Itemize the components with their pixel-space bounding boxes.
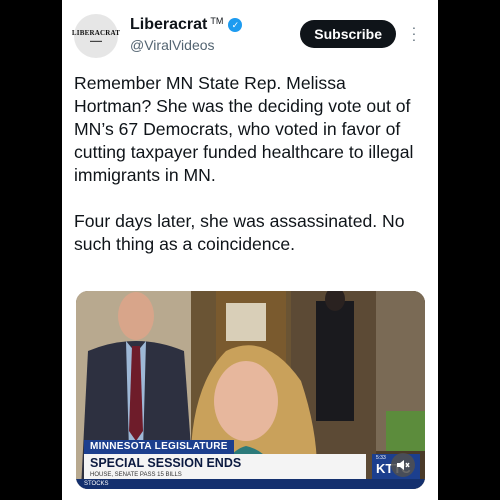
- avatar-logo-mark: ▬▬▬: [90, 38, 102, 43]
- video-player[interactable]: MINNESOTA LEGISLATURE SPECIAL SESSION EN…: [76, 291, 425, 489]
- mute-icon[interactable]: [391, 453, 415, 477]
- author-block[interactable]: Liberacrat TM ✓ @ViralVideos: [130, 16, 243, 53]
- handle[interactable]: @ViralVideos: [130, 37, 242, 53]
- avatar-logo: LIBERACRAT: [71, 29, 121, 37]
- avatar[interactable]: LIBERACRAT ▬▬▬: [71, 14, 121, 58]
- more-vertical-icon[interactable]: · · ·: [408, 20, 420, 46]
- tweet-paragraph-2: Four days later, she was assassinated. N…: [74, 211, 405, 254]
- tweet-card: LIBERACRAT ▬▬▬ Liberacrat TM ✓ @ViralVid…: [62, 0, 438, 500]
- ticker-label: STOCKS: [84, 481, 109, 487]
- ticker-bar: STOCKS: [76, 479, 425, 489]
- name-row: Liberacrat TM ✓: [130, 16, 243, 34]
- chyron-top: MINNESOTA LEGISLATURE: [84, 440, 234, 454]
- chyron-sub: HOUSE, SENATE PASS 15 BILLS: [84, 471, 366, 479]
- tweet-paragraph-1: Remember MN State Rep. Melissa Hortman? …: [74, 73, 414, 185]
- tweet-text: Remember MN State Rep. Melissa Hortman? …: [74, 72, 424, 279]
- chyron-main: SPECIAL SESSION ENDS: [84, 454, 366, 471]
- display-name[interactable]: Liberacrat: [130, 16, 207, 34]
- tweet-header: LIBERACRAT ▬▬▬ Liberacrat TM ✓ @ViralVid…: [71, 12, 426, 60]
- subscribe-button[interactable]: Subscribe: [300, 20, 396, 48]
- speaker-icon: [397, 460, 410, 470]
- trademark: TM: [210, 16, 224, 26]
- verified-badge-icon: ✓: [228, 18, 243, 32]
